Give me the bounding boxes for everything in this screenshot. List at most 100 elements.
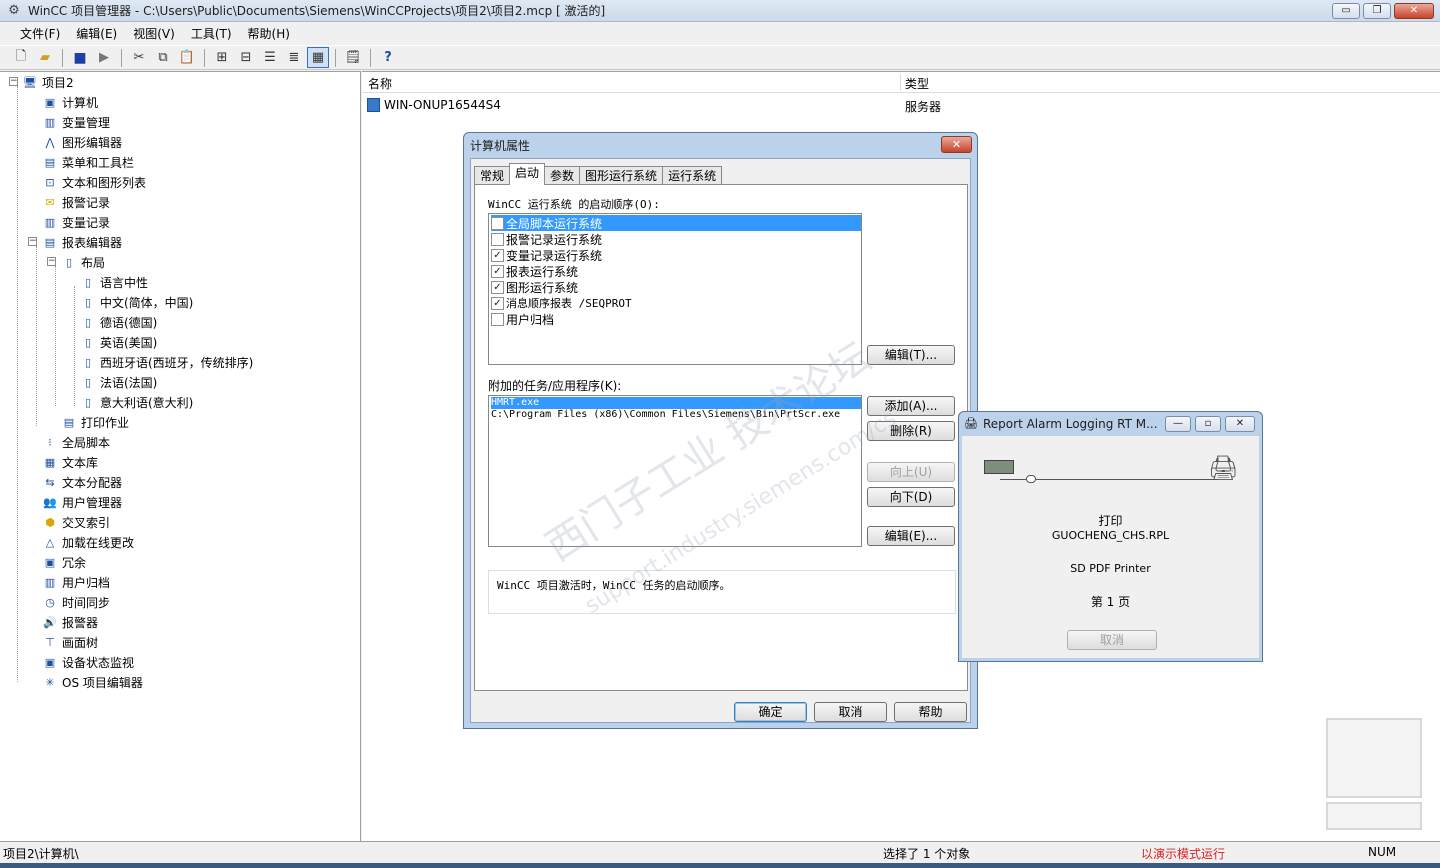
tree-item-print-job[interactable]: ▤ 打印作业 xyxy=(61,412,129,432)
move-down-button[interactable]: 向下(D) xyxy=(867,487,955,507)
large-icons-icon[interactable]: ⊞ xyxy=(211,47,233,68)
restore-button[interactable]: ❐ xyxy=(1363,3,1391,19)
tree-item-user-administrator[interactable]: 👥 用户管理器 xyxy=(42,492,122,512)
tree-item-alarm-logging[interactable]: ✉ 报警记录 xyxy=(42,192,110,212)
tree-item-lifebeat-monitoring[interactable]: ▣ 设备状态监视 xyxy=(42,652,134,672)
tab-runtime[interactable]: 运行系统 xyxy=(662,166,723,185)
startup-item[interactable]: ✓ 消息顺序报表 /SEQPROT xyxy=(491,295,861,311)
small-icons-icon[interactable]: ⊟ xyxy=(235,47,257,68)
startup-item[interactable]: 用户归档 xyxy=(491,311,861,327)
run-icon[interactable]: ▶ xyxy=(93,47,115,68)
menu-tools[interactable]: 工具(T) xyxy=(183,25,240,42)
close-button[interactable]: ✕ xyxy=(1394,3,1434,19)
tree-item-horn[interactable]: 🔊 报警器 xyxy=(42,612,98,632)
list-icon[interactable]: ☰ xyxy=(259,47,281,68)
startup-item[interactable]: 全局脚本运行系统 xyxy=(491,215,861,231)
tree-item-menus-toolbars[interactable]: ▤ 菜单和工具栏 xyxy=(42,152,134,172)
report-maximize-button[interactable]: ▫ xyxy=(1195,416,1221,432)
edit-startup-button[interactable]: 编辑(T)... xyxy=(867,345,955,365)
table-row[interactable]: WIN-ONUP16544S4 服务器 xyxy=(362,96,1440,116)
startup-checkbox-checked[interactable]: ✓ xyxy=(491,248,504,262)
tree-item-computer[interactable]: ▣ 计算机 xyxy=(42,92,98,112)
tree-item-redundancy[interactable]: ▣ 冗余 xyxy=(42,552,86,572)
tree-item-time-sync[interactable]: ◷ 时间同步 xyxy=(42,592,110,612)
menu-edit[interactable]: 编辑(E) xyxy=(68,25,125,42)
tree-item-global-script[interactable]: ⁝ 全局脚本 xyxy=(42,432,110,452)
cut-icon[interactable]: ✂ xyxy=(128,47,150,68)
tab-startup[interactable]: 启动 xyxy=(509,163,546,185)
computer-icon: ▣ xyxy=(44,95,56,109)
report-cancel-button[interactable]: 取消 xyxy=(1067,630,1157,650)
tree-item-user-archive[interactable]: ▥ 用户归档 xyxy=(42,572,110,592)
startup-checkbox-checked[interactable]: ✓ xyxy=(491,264,504,278)
stop-icon[interactable]: ■ xyxy=(69,47,91,68)
help-icon[interactable]: ? xyxy=(377,47,399,68)
startup-item[interactable]: ✓ 变量记录运行系统 xyxy=(491,247,861,263)
tab-graphics-runtime[interactable]: 图形运行系统 xyxy=(579,166,664,185)
tree-item-load-online-changes[interactable]: △ 加载在线更改 xyxy=(42,532,134,552)
ok-button[interactable]: 确定 xyxy=(734,702,807,722)
tree-item-tag-management[interactable]: ▥ 变量管理 xyxy=(42,112,110,132)
copy-icon[interactable]: ⧉ xyxy=(152,47,174,68)
properties-icon[interactable]: 🗒 xyxy=(342,47,364,68)
additional-tasks-list[interactable]: HMRT.exe C:\Program Files (x86)\Common F… xyxy=(488,395,862,547)
details-icon[interactable]: ≣ xyxy=(283,47,305,68)
minimize-button[interactable]: ▭ xyxy=(1332,3,1360,19)
column-header-type[interactable]: 类型 xyxy=(905,75,929,92)
startup-checkbox-checked[interactable]: ✓ xyxy=(491,280,504,294)
dialog-close-button[interactable]: ✕ xyxy=(941,136,972,153)
tree-item-lang-italian[interactable]: ▯ 意大利语(意大利) xyxy=(80,392,193,412)
tab-parameters[interactable]: 参数 xyxy=(544,166,581,185)
tree-item-os-project-editor[interactable]: ✳ OS 项目编辑器 xyxy=(42,672,143,692)
tree-item-lang-french[interactable]: ▯ 法语(法国) xyxy=(80,372,157,392)
tree-item-text-distributor[interactable]: ⇆ 文本分配器 xyxy=(42,472,122,492)
layout-collapse-toggle[interactable]: − xyxy=(47,257,56,266)
task-item[interactable]: HMRT.exe xyxy=(491,397,861,409)
tree-item-lang-neutral[interactable]: ▯ 语言中性 xyxy=(80,272,148,292)
startup-checkbox[interactable] xyxy=(491,232,504,246)
startup-checkbox[interactable] xyxy=(491,216,504,230)
tree-item-report-designer[interactable]: ▤ 报表编辑器 xyxy=(42,232,122,252)
tree-item-text-library[interactable]: ▦ 文本库 xyxy=(42,452,98,472)
startup-checkbox-checked[interactable]: ✓ xyxy=(491,296,504,310)
tree-item-lang-chinese[interactable]: ▯ 中文(简体，中国) xyxy=(80,292,193,312)
task-item[interactable]: C:\Program Files (x86)\Common Files\Siem… xyxy=(491,409,861,421)
column-header-name[interactable]: 名称 xyxy=(368,75,392,92)
tree-item-cross-reference[interactable]: ⬢ 交叉索引 xyxy=(42,512,110,532)
move-up-button[interactable]: 向上(U) xyxy=(867,462,955,482)
report-minimize-button[interactable]: — xyxy=(1165,416,1191,432)
startup-checkbox[interactable] xyxy=(491,312,504,326)
tree-item-tag-logging[interactable]: ▥ 变量记录 xyxy=(42,212,110,232)
menu-view[interactable]: 视图(V) xyxy=(125,25,183,42)
startup-item[interactable]: ✓ 报表运行系统 xyxy=(491,263,861,279)
cancel-button[interactable]: 取消 xyxy=(814,702,887,722)
report-progress-window: 🖨 Report Alarm Logging RT M... — ▫ ✕ 🖨 打… xyxy=(958,411,1263,662)
tab-general[interactable]: 常规 xyxy=(474,166,511,185)
report-designer-collapse-toggle[interactable]: − xyxy=(28,237,37,246)
column-divider[interactable] xyxy=(900,74,901,91)
new-icon[interactable]: 🗋 xyxy=(10,47,32,68)
root-collapse-toggle[interactable]: − xyxy=(9,77,18,86)
startup-item[interactable]: 报警记录运行系统 xyxy=(491,231,861,247)
help-button[interactable]: 帮助 xyxy=(894,702,967,722)
tree-root[interactable]: 🖥 项目2 xyxy=(22,72,74,92)
startup-item[interactable]: ✓ 图形运行系统 xyxy=(491,279,861,295)
open-icon[interactable]: ▰ xyxy=(34,47,56,68)
report-close-button[interactable]: ✕ xyxy=(1225,416,1255,432)
tree-item-text-graphic-lists[interactable]: ⊡ 文本和图形列表 xyxy=(42,172,146,192)
additional-tasks-label: 附加的任务/应用程序(K): xyxy=(488,379,622,393)
tree-item-graphics-designer[interactable]: ⋀ 图形编辑器 xyxy=(42,132,122,152)
menu-file[interactable]: 文件(F) xyxy=(12,25,68,42)
delete-task-button[interactable]: 删除(R) xyxy=(867,421,955,441)
add-task-button[interactable]: 添加(A)... xyxy=(867,396,955,416)
tree-item-picture-tree[interactable]: ⊤ 画面树 xyxy=(42,632,98,652)
paste-icon[interactable]: 📋 xyxy=(176,47,198,68)
tree-item-lang-english[interactable]: ▯ 英语(美国) xyxy=(80,332,157,352)
grid-icon[interactable]: ▦ xyxy=(307,47,329,68)
tree-item-lang-german[interactable]: ▯ 德语(德国) xyxy=(80,312,157,332)
tree-item-layout[interactable]: ▯ 布局 xyxy=(61,252,105,272)
menu-help[interactable]: 帮助(H) xyxy=(240,25,298,42)
edit-task-button[interactable]: 编辑(E)... xyxy=(867,526,955,546)
startup-order-list[interactable]: 全局脚本运行系统 报警记录运行系统 ✓ 变量记录运行系统 ✓ 报表运行系统 ✓ 图形运… xyxy=(488,213,862,365)
tree-item-lang-spanish[interactable]: ▯ 西班牙语(西班牙，传统排序) xyxy=(80,352,253,372)
